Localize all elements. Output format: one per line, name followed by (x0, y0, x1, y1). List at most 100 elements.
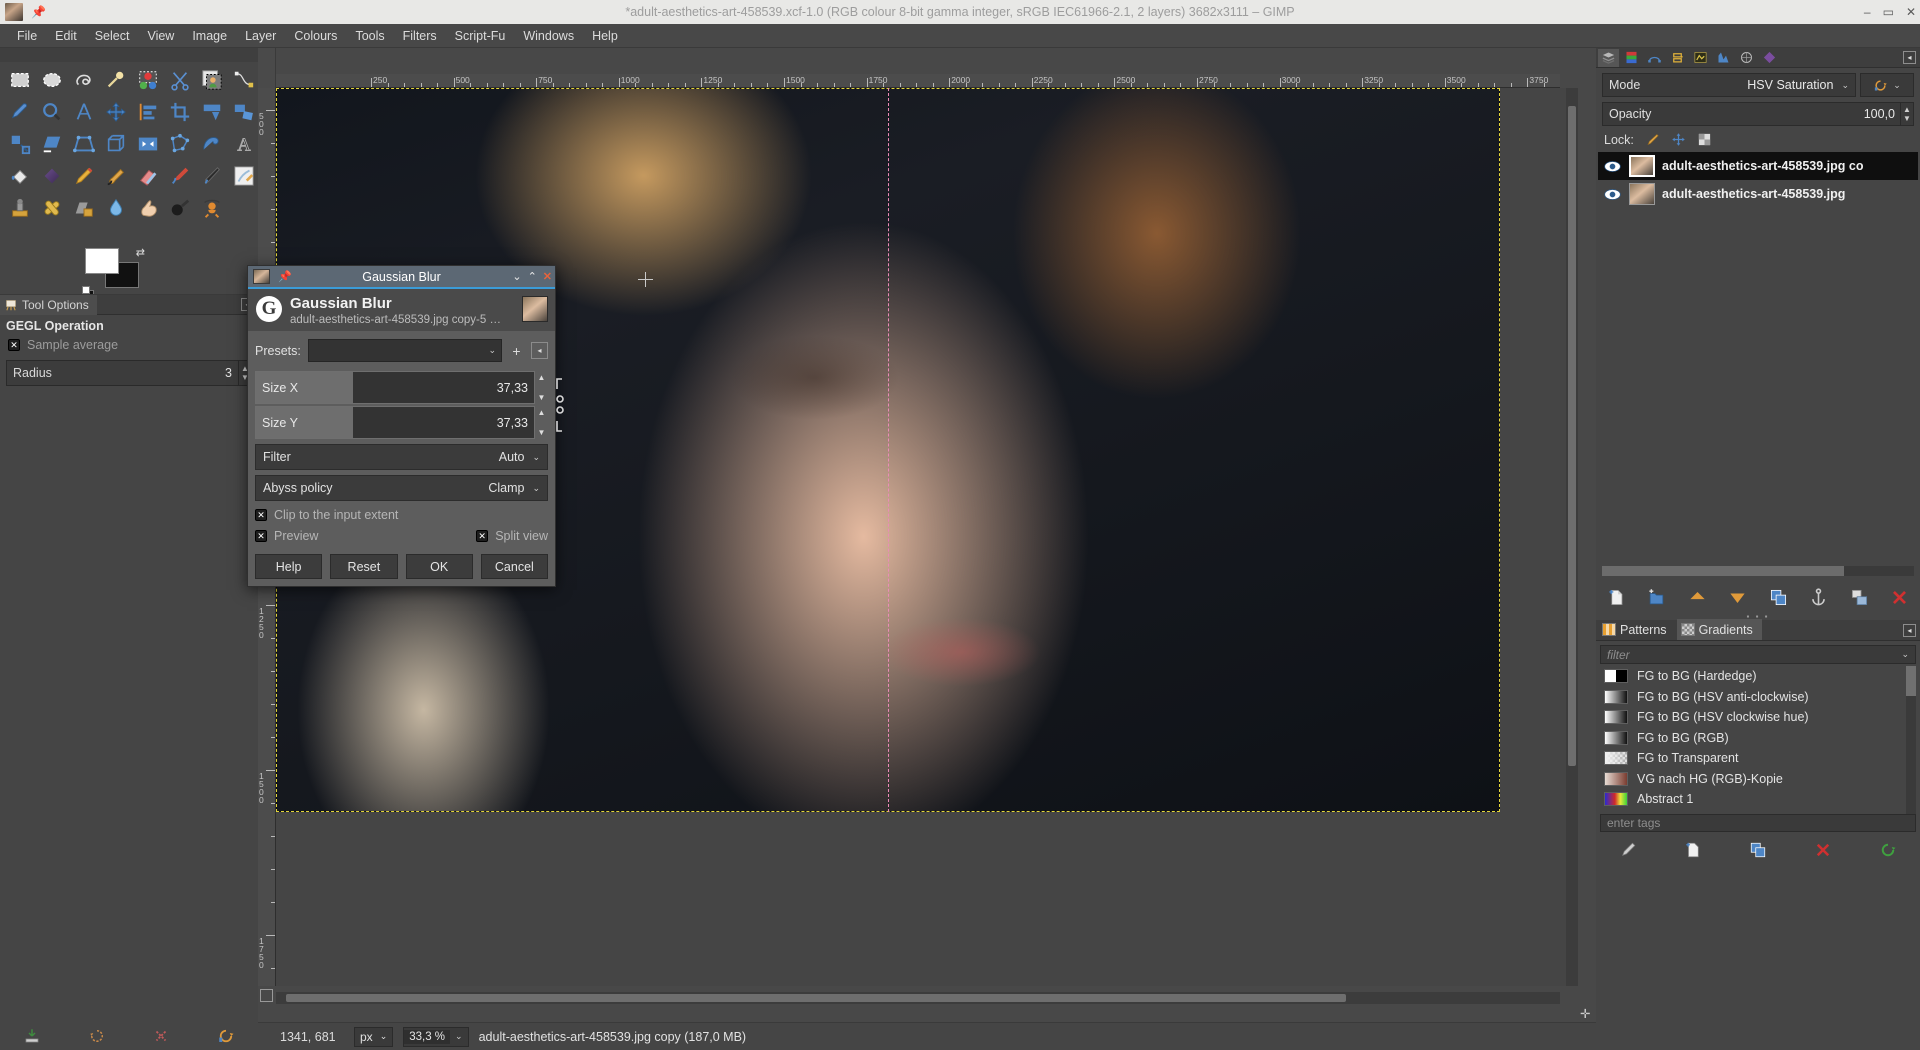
horizontal-scroll-thumb[interactable] (286, 994, 1346, 1002)
chevron-down-icon[interactable]: ⌄ (380, 1031, 388, 1042)
foreground-select-tool-icon[interactable] (196, 64, 228, 96)
text-tool-icon[interactable]: A (228, 128, 260, 160)
sample-average-row[interactable]: ✕ Sample average (0, 336, 258, 354)
cage-transform-tool-icon[interactable] (164, 128, 196, 160)
clip-checkbox[interactable]: ✕ (255, 509, 267, 521)
3d-transform-tool-icon[interactable] (100, 128, 132, 160)
transform-tool-icon[interactable] (196, 96, 228, 128)
smudge-tool-icon[interactable] (132, 192, 164, 224)
menu-layer[interactable]: Layer (236, 27, 285, 45)
layers-dock-menu-icon[interactable]: ◂ (1903, 51, 1916, 64)
dialog-collapse-button[interactable]: ⌄ (512, 270, 521, 283)
tab-undo-history[interactable] (1667, 49, 1688, 67)
gradients-scroll-thumb[interactable] (1906, 666, 1916, 696)
menu-help[interactable]: Help (583, 27, 627, 45)
swap-colours-icon[interactable]: ⇄ (136, 246, 145, 259)
menu-file[interactable]: File (8, 27, 46, 45)
gradient-item[interactable]: FG to BG (HSV anti-clockwise) (1600, 687, 1916, 708)
rotate-tool-icon[interactable] (228, 96, 260, 128)
preview-checkbox[interactable]: ✕ (255, 530, 267, 542)
rect-select-tool-icon[interactable] (4, 64, 36, 96)
horizontal-ruler[interactable]: 250 500 750 1000 1250 1500 1750 2000 2250 2500 275… (276, 74, 1560, 88)
menu-edit[interactable]: Edit (46, 27, 86, 45)
select-by-colour-tool-icon[interactable] (132, 64, 164, 96)
lock-pixels-icon[interactable] (1645, 132, 1660, 147)
size-y-slider[interactable]: Size Y 37,33 (255, 406, 535, 439)
delete-layer-button[interactable] (1890, 588, 1909, 607)
move-tool-icon[interactable] (100, 96, 132, 128)
flip-tool-icon[interactable] (132, 128, 164, 160)
gimp-wilber-icon[interactable] (196, 192, 228, 224)
menu-filters[interactable]: Filters (394, 27, 446, 45)
filter-combo[interactable]: Filter Auto ⌄ (255, 444, 548, 470)
cancel-button[interactable]: Cancel (480, 554, 548, 579)
gradient-item[interactable]: FG to Transparent (1600, 748, 1916, 769)
free-select-tool-icon[interactable] (68, 64, 100, 96)
new-layer-button[interactable] (1607, 588, 1626, 607)
alignment-tool-icon[interactable] (132, 96, 164, 128)
merge-down-button[interactable] (1850, 588, 1869, 607)
airbrush-tool-icon[interactable] (164, 160, 196, 192)
help-button[interactable]: Help (255, 554, 323, 579)
zoom-tool-icon[interactable] (36, 96, 68, 128)
gradient-item[interactable]: FG to BG (Hardedge) (1600, 666, 1916, 687)
tab-gradients[interactable]: Gradients (1676, 619, 1762, 640)
paths-tool-icon[interactable] (228, 64, 260, 96)
gradients-dock-menu-icon[interactable]: ◂ (1903, 624, 1916, 637)
refresh-gradients-button[interactable] (1879, 841, 1897, 859)
blend-space-button[interactable]: ⌄ (1860, 73, 1914, 97)
canvas-horizontal-scrollbar[interactable] (276, 992, 1560, 1004)
menu-tools[interactable]: Tools (346, 27, 393, 45)
tab-colours[interactable] (1759, 49, 1780, 67)
ink-tool-icon[interactable] (196, 160, 228, 192)
tab-histogram[interactable] (1713, 49, 1734, 67)
mypaint-brush-tool-icon[interactable] (228, 160, 260, 192)
link-sizes-chain-icon[interactable] (551, 375, 569, 435)
perspective-clone-tool-icon[interactable] (68, 192, 100, 224)
scissors-select-tool-icon[interactable] (164, 64, 196, 96)
size-x-slider[interactable]: Size X 37,33 (255, 371, 535, 404)
tab-paths[interactable] (1644, 49, 1665, 67)
crop-tool-icon[interactable] (164, 96, 196, 128)
foreground-colour-swatch[interactable] (85, 248, 119, 274)
tab-patterns[interactable]: Patterns (1598, 619, 1676, 640)
quick-mask-toggle[interactable] (260, 989, 273, 1002)
new-gradient-button[interactable] (1684, 841, 1702, 859)
split-view-checkbox[interactable]: ✕ (476, 530, 489, 542)
chevron-down-icon[interactable]: ⌄ (450, 1031, 468, 1042)
tab-layers[interactable] (1598, 48, 1619, 67)
opacity-stepper[interactable]: ▲ ▼ (1900, 102, 1913, 126)
dialog-close-button[interactable]: ✕ (543, 270, 552, 283)
anchor-layer-button[interactable] (1809, 587, 1828, 607)
chevron-down-icon[interactable]: ⌄ (532, 483, 540, 494)
chevron-down-icon[interactable]: ⌄ (1893, 80, 1901, 91)
canvas-vertical-scrollbar[interactable] (1566, 88, 1578, 986)
presets-combo[interactable]: ⌄ (307, 339, 502, 362)
menu-view[interactable]: View (138, 27, 183, 45)
lower-layer-button[interactable] (1728, 588, 1747, 607)
tab-channels[interactable] (1621, 49, 1642, 67)
layer-row[interactable]: adult-aesthetics-art-458539.jpg co (1598, 152, 1918, 180)
gradients-scrollbar[interactable] (1906, 666, 1916, 814)
measure-tool-icon[interactable] (68, 96, 100, 128)
opacity-slider[interactable]: Opacity 100,0 ▲ ▼ (1602, 102, 1914, 126)
warp-transform-tool-icon[interactable] (196, 128, 228, 160)
paintbrush-tool-icon[interactable] (100, 160, 132, 192)
vertical-scroll-thumb[interactable] (1568, 106, 1576, 766)
dialog-restore-button[interactable]: ⌃ (528, 270, 537, 283)
sample-average-checkbox[interactable]: ✕ (8, 339, 20, 351)
lock-alpha-icon[interactable] (1697, 132, 1712, 147)
presets-add-button[interactable]: + (509, 341, 524, 361)
unit-selector[interactable]: px ⌄ (354, 1026, 394, 1047)
tab-tool-options[interactable]: Tool Options (0, 294, 97, 315)
layers-scroll-thumb[interactable] (1602, 566, 1844, 576)
new-layer-group-button[interactable] (1647, 588, 1666, 607)
save-tool-preset-icon[interactable] (23, 1027, 41, 1045)
chevron-down-icon[interactable]: ⌄ (488, 345, 496, 356)
ok-button[interactable]: OK (405, 554, 473, 579)
tab-pointer[interactable] (1690, 49, 1711, 67)
lock-position-icon[interactable] (1671, 132, 1686, 147)
close-button[interactable]: ✕ (1906, 5, 1916, 19)
tab-navigation[interactable] (1736, 49, 1757, 67)
gradient-item[interactable]: Abstract 1 (1600, 789, 1916, 810)
